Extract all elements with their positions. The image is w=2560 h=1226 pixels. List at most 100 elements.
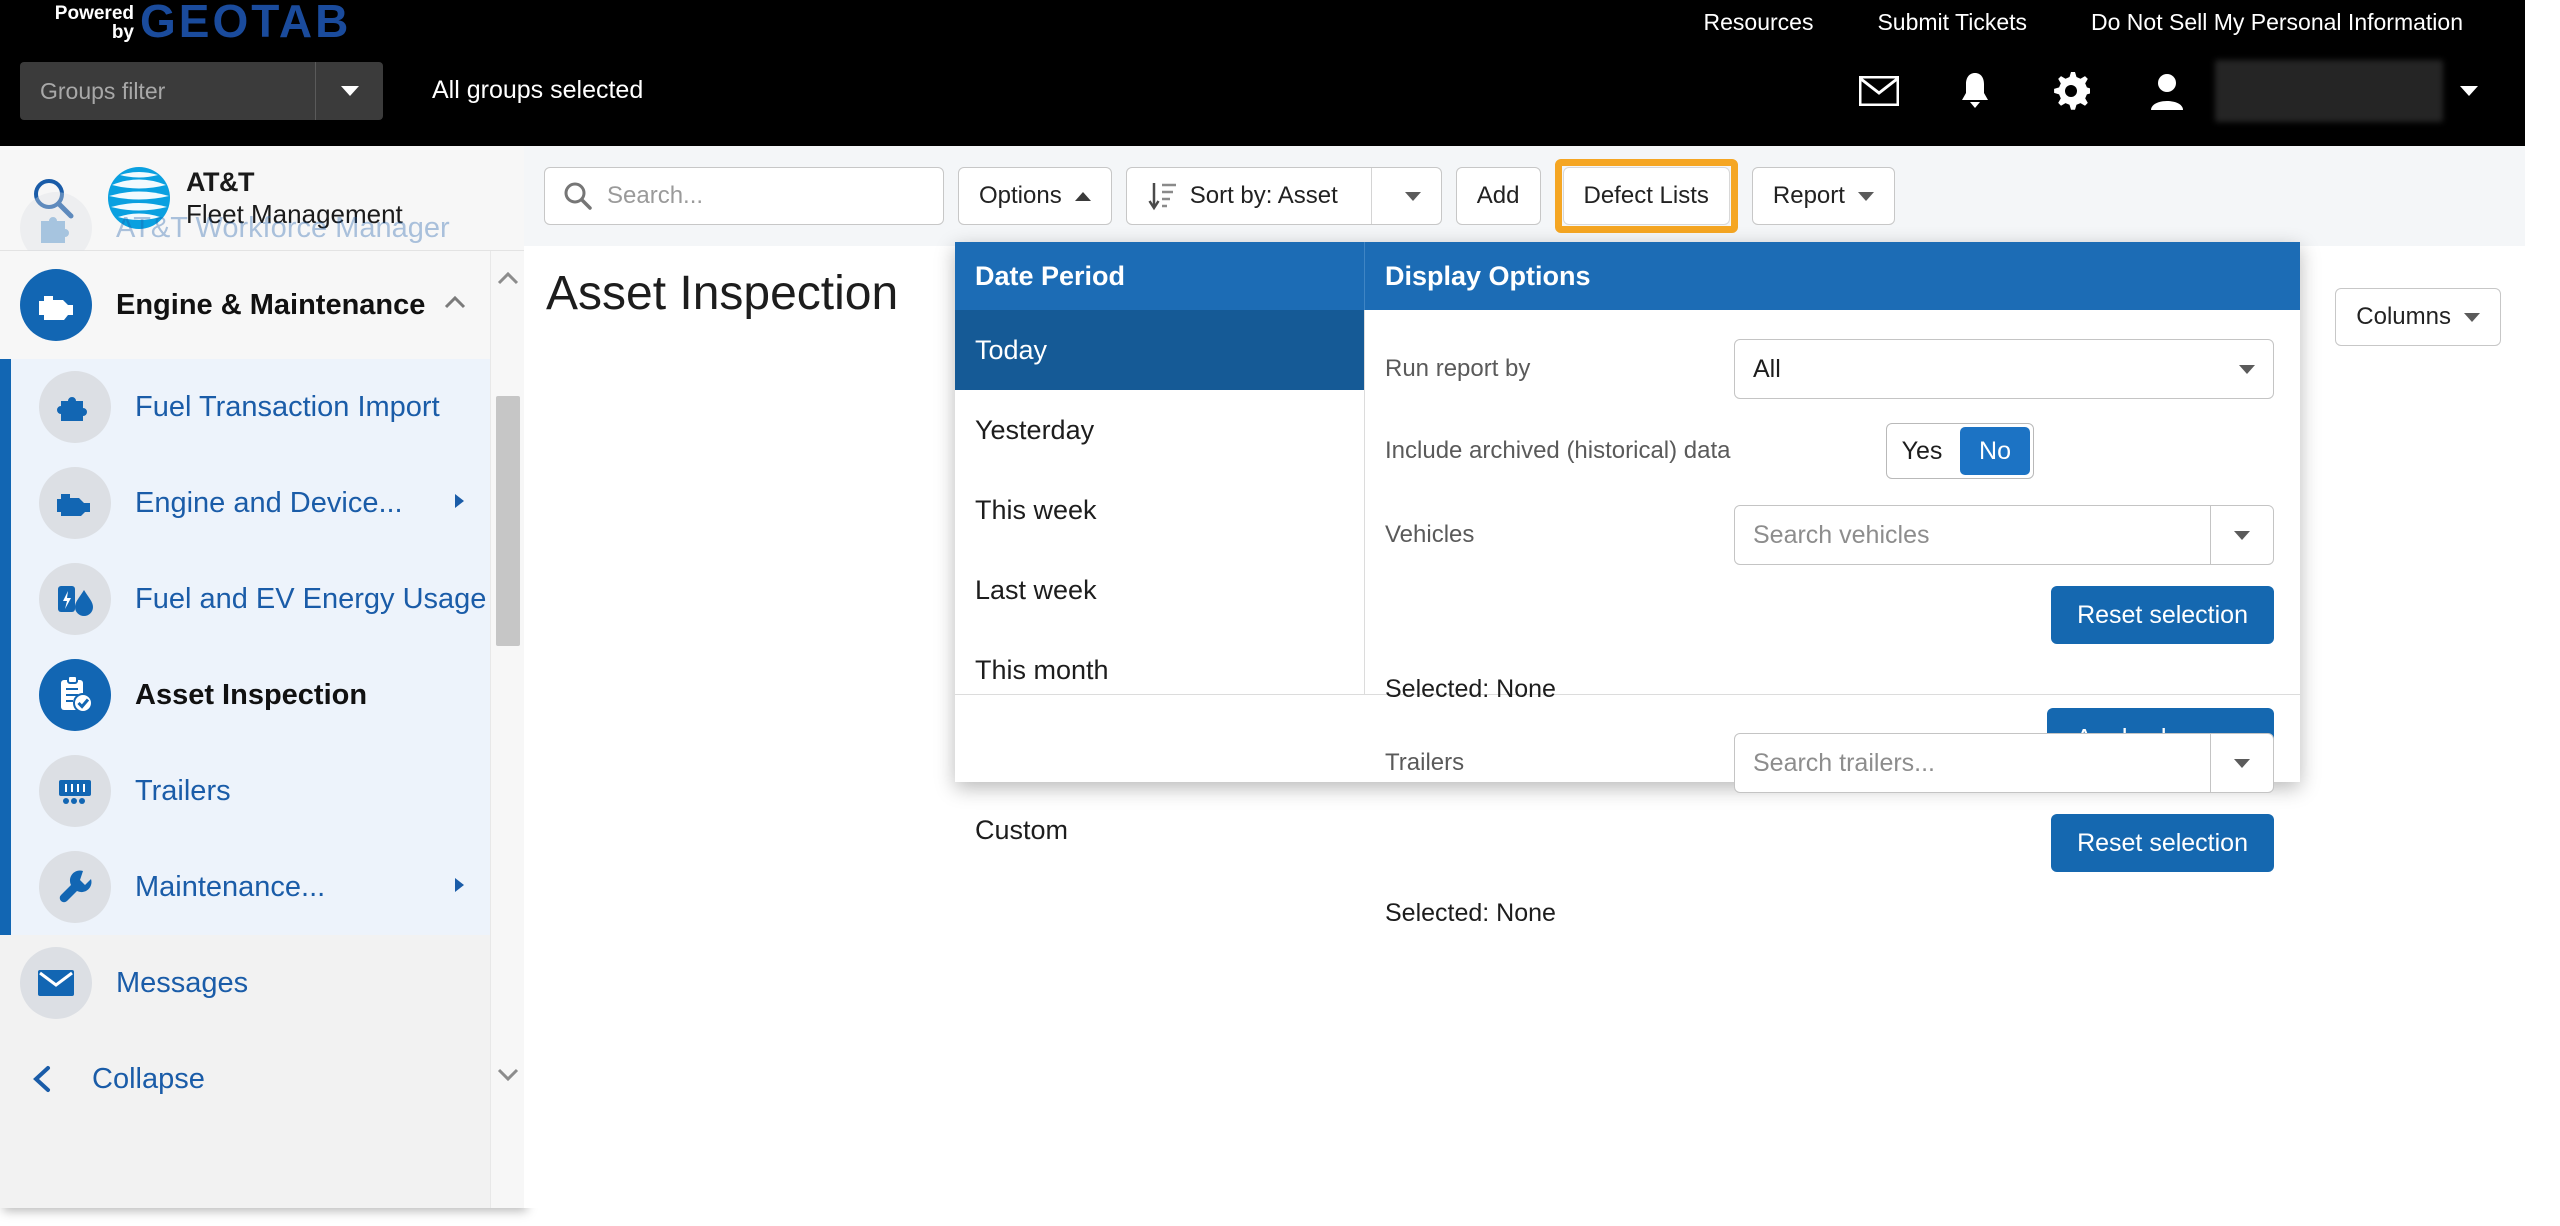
powered-by-text: Powered by: [22, 4, 134, 42]
trailers-label: Trailers: [1385, 749, 1465, 776]
scroll-up-button[interactable]: [491, 269, 524, 287]
user-icon[interactable]: [2119, 58, 2215, 124]
trailers-dropdown-toggle[interactable]: [2211, 758, 2273, 768]
sidebar-bottom-section: Messages Collapse: [0, 935, 524, 1127]
divider: [1370, 168, 1372, 224]
sort-descending-icon: [1148, 183, 1176, 211]
groups-filter-placeholder: Groups filter: [40, 77, 166, 104]
mail-icon[interactable]: [1831, 58, 1927, 124]
report-button[interactable]: Report: [1751, 167, 1895, 225]
content-toolbar: Search... Options Sort by: Asset Add Def…: [524, 146, 2525, 246]
defect-lists-button[interactable]: Defect Lists: [1562, 167, 1730, 225]
sidebar-item-fuel-ev-energy-usage[interactable]: Fuel and EV Energy Usage: [11, 551, 524, 647]
engine-icon: [20, 269, 92, 341]
nav-link-do-not-sell[interactable]: Do Not Sell My Personal Information: [2059, 8, 2495, 36]
options-label: Options: [979, 182, 1062, 209]
groups-filter-dropdown-toggle[interactable]: [315, 62, 383, 120]
trailers-placeholder: Search trailers...: [1753, 748, 1936, 777]
run-report-by-label: Run report by: [1385, 355, 1531, 382]
run-report-by-select[interactable]: All: [1734, 339, 2274, 399]
sidebar-scroll-area: AT&T Workforce Manager Engine & Maintena…: [0, 192, 524, 1208]
options-panel-header: Date Period Display Options: [955, 242, 2300, 310]
date-option-this-week[interactable]: This week: [955, 470, 1364, 550]
trailers-reset-button[interactable]: Reset selection: [2051, 814, 2274, 872]
toggle-option-no[interactable]: No: [1960, 427, 2030, 475]
sidebar-item-engine-and-device[interactable]: Engine and Device...: [11, 455, 524, 551]
chevron-down-icon: [2239, 364, 2255, 374]
main-content: Search... Options Sort by: Asset Add Def…: [524, 146, 2525, 1208]
vehicles-reset-button[interactable]: Reset selection: [2051, 586, 2274, 644]
sidebar-item-label: Engine and Device...: [135, 486, 403, 519]
groups-filter-control[interactable]: Groups filter: [20, 62, 383, 120]
user-menu-toggle[interactable]: [2443, 58, 2495, 124]
chevron-up-icon: [1074, 191, 1091, 201]
sidebar-item-workforce-manager[interactable]: AT&T Workforce Manager: [0, 192, 524, 264]
puzzle-icon: [39, 371, 111, 443]
sidebar-group-engine-maintenance[interactable]: Engine & Maintenance: [0, 251, 524, 359]
sidebar-item-asset-inspection[interactable]: Asset Inspection: [11, 647, 524, 743]
bell-icon[interactable]: [1927, 58, 2023, 124]
gear-icon[interactable]: [2023, 58, 2119, 124]
nav-link-submit-tickets[interactable]: Submit Tickets: [1845, 8, 2059, 36]
vehicles-placeholder: Search vehicles: [1753, 520, 1930, 549]
trailers-reset-row: Reset selection: [1385, 808, 2274, 878]
sidebar-item-trailers[interactable]: Trailers: [11, 743, 524, 839]
sidebar-item-fuel-transaction-import[interactable]: Fuel Transaction Import: [11, 359, 524, 455]
sidebar-item-label: Fuel and EV Energy Usage: [135, 582, 487, 615]
sidebar-collapse-button[interactable]: Collapse: [0, 1031, 524, 1127]
chevron-left-icon: [33, 1066, 50, 1092]
toggle-option-yes[interactable]: Yes: [1887, 424, 1957, 478]
date-option-today[interactable]: Today: [955, 310, 1364, 390]
sidebar-item-maintenance[interactable]: Maintenance...: [11, 839, 524, 935]
search-icon: [564, 182, 592, 210]
search-placeholder: Search...: [607, 182, 704, 209]
chevron-down-icon: [497, 1068, 519, 1082]
add-button[interactable]: Add: [1455, 167, 1541, 225]
date-option-custom[interactable]: Custom: [955, 790, 1364, 870]
scrollbar-thumb[interactable]: [496, 396, 520, 646]
vehicles-field: Search vehicles: [1734, 505, 2274, 565]
nav-link-resources[interactable]: Resources: [1672, 8, 1846, 36]
header-icon-group: [1831, 58, 2495, 124]
clipboard-check-icon: [39, 659, 111, 731]
columns-button[interactable]: Columns: [2335, 288, 2501, 346]
include-archived-toggle[interactable]: Yes No: [1886, 423, 2034, 479]
sidebar-item-label: Trailers: [135, 774, 231, 807]
chevron-down-icon: [340, 86, 359, 96]
run-report-by-value: All: [1753, 354, 1781, 383]
options-button[interactable]: Options: [958, 167, 1112, 225]
sort-by-main[interactable]: Sort by: Asset: [1127, 168, 1358, 224]
sort-by-button[interactable]: Sort by: Asset: [1125, 167, 1442, 225]
report-label: Report: [1772, 182, 1845, 209]
vehicles-label: Vehicles: [1385, 521, 1475, 548]
powered-label: Powered: [54, 3, 134, 24]
page-title: Asset Inspection: [546, 267, 899, 320]
vehicles-selected-row: Selected: None: [1385, 660, 2274, 718]
sidebar-item-messages[interactable]: Messages: [0, 935, 524, 1031]
date-option-yesterday[interactable]: Yesterday: [955, 390, 1364, 470]
date-period-header: Date Period: [955, 242, 1365, 310]
chevron-down-icon: [1404, 191, 1421, 201]
sidebar-item-label: Fuel Transaction Import: [135, 390, 440, 423]
sort-by-dropdown-toggle[interactable]: [1385, 168, 1441, 224]
envelope-icon: [20, 947, 92, 1019]
groups-selected-label: All groups selected: [432, 76, 644, 104]
top-nav-links: Resources Submit Tickets Do Not Sell My …: [1672, 8, 2495, 36]
defect-lists-label: Defect Lists: [1583, 182, 1709, 209]
chevron-down-icon: [2460, 86, 2478, 96]
date-period-list: Today Yesterday This week Last week This…: [955, 310, 1365, 845]
vehicles-reset-row: Reset selection: [1385, 580, 2274, 650]
chevron-down-icon: [2464, 312, 2480, 322]
fuel-ev-icon: [39, 563, 111, 635]
vehicles-dropdown-toggle[interactable]: [2211, 530, 2273, 540]
chevron-up-icon: [442, 290, 468, 321]
run-report-by-row: Run report by All: [1385, 336, 2274, 402]
trailers-search-input[interactable]: Search trailers...: [1734, 733, 2274, 793]
sidebar-scrollbar[interactable]: [490, 251, 524, 1208]
vehicles-search-input[interactable]: Search vehicles: [1734, 505, 2274, 565]
user-name-redacted: [2215, 60, 2443, 122]
scroll-down-button[interactable]: [491, 1065, 524, 1083]
chevron-down-icon: [2234, 758, 2250, 768]
date-option-last-week[interactable]: Last week: [955, 550, 1364, 630]
search-input[interactable]: Search...: [544, 167, 944, 225]
